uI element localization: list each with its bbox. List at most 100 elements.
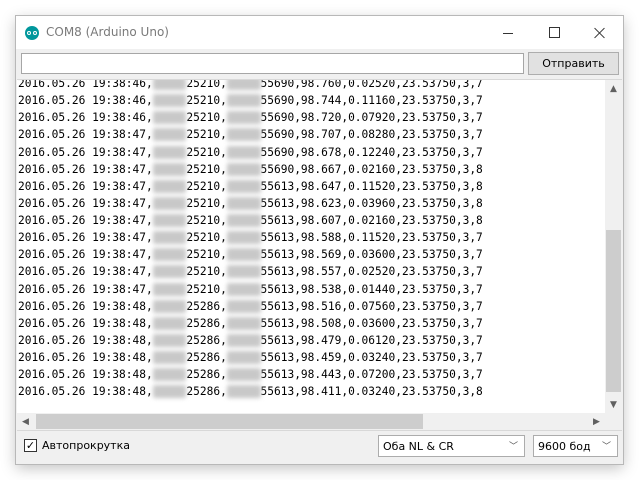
log-field: 55613,98.508,0.03600,23.53750,3,7 <box>260 316 483 330</box>
redacted-value: 00.00 <box>226 128 261 142</box>
log-line: 2016.05.26 19:38:48,00.0025286,00.005561… <box>18 383 605 400</box>
redacted-value: 00.00 <box>152 282 187 296</box>
send-button[interactable]: Отправить <box>528 52 619 75</box>
log-timestamp: 2016.05.26 19:38:46, <box>18 111 153 125</box>
redacted-value: 00.00 <box>152 214 187 227</box>
redacted-value: 00.00 <box>226 248 261 262</box>
log-timestamp: 2016.05.26 19:38:47, <box>18 128 153 142</box>
line-ending-select[interactable]: Оба NL & CR ﹀ <box>378 435 525 457</box>
log-timestamp: 2016.05.26 19:38:48, <box>18 333 153 347</box>
log-line: 2016.05.26 19:38:47,00.0025210,00.005569… <box>18 161 605 178</box>
log-field: 25286, <box>186 316 227 330</box>
log-field: 55613,98.557,0.02520,23.53750,3,7 <box>260 265 483 279</box>
log-field: 25210, <box>186 162 227 176</box>
redacted-value: 00.00 <box>152 351 187 364</box>
log-field: 25286, <box>186 333 227 347</box>
log-line: 2016.05.26 19:38:47,00.0025210,00.005561… <box>18 263 605 280</box>
log-field: 55613,98.411,0.03240,23.53750,3,8 <box>260 385 483 399</box>
redacted-value: 00.00 <box>226 80 261 90</box>
redacted-value: 00.00 <box>152 80 187 90</box>
line-ending-value: Оба NL & CR <box>383 440 454 453</box>
log-timestamp: 2016.05.26 19:38:47, <box>18 179 153 193</box>
minimize-icon <box>503 33 513 34</box>
log-field: 25286, <box>186 368 227 382</box>
log-line: 2016.05.26 19:38:48,00.0025286,00.005561… <box>18 349 605 366</box>
redacted-value: 00.00 <box>226 214 261 227</box>
log-field: 55613,98.479,0.06120,23.53750,3,7 <box>260 333 483 347</box>
log-line: 2016.05.26 19:38:46,00.0025210,00.005569… <box>18 79 605 92</box>
log-field: 55690,98.678,0.12240,23.53750,3,7 <box>260 145 483 159</box>
baud-rate-value: 9600 бод <box>538 440 591 453</box>
redacted-value: 00.00 <box>226 111 261 125</box>
log-field: 25210, <box>186 214 227 227</box>
log-timestamp: 2016.05.26 19:38:47, <box>18 196 153 210</box>
log-line: 2016.05.26 19:38:47,00.0025210,00.005569… <box>18 126 605 143</box>
log-line: 2016.05.26 19:38:47,00.0025210,00.005561… <box>18 195 605 212</box>
chevron-down-icon: ﹀ <box>601 442 611 452</box>
scroll-down-icon[interactable]: ▼ <box>605 396 622 413</box>
log-field: 25286, <box>186 299 227 313</box>
scroll-corner <box>605 413 622 430</box>
log-field: 55690,98.720,0.07920,23.53750,3,7 <box>260 111 483 125</box>
maximize-icon <box>548 27 560 38</box>
log-line: 2016.05.26 19:38:47,00.0025210,00.005561… <box>18 229 605 246</box>
scroll-right-icon[interactable]: ▶ <box>588 413 605 430</box>
title-bar[interactable]: COM8 (Arduino Uno) <box>16 16 623 49</box>
log-timestamp: 2016.05.26 19:38:48, <box>18 385 153 399</box>
redacted-value: 00.00 <box>152 248 187 262</box>
scroll-left-icon[interactable]: ◀ <box>17 413 34 430</box>
log-field: 55690,98.667,0.02160,23.53750,3,8 <box>260 162 483 176</box>
baud-rate-select[interactable]: 9600 бод ﹀ <box>533 435 618 457</box>
log-timestamp: 2016.05.26 19:38:47, <box>18 214 153 227</box>
redacted-value: 00.00 <box>226 368 261 382</box>
redacted-value: 00.00 <box>226 162 261 176</box>
log-timestamp: 2016.05.26 19:38:48, <box>18 351 153 364</box>
log-timestamp: 2016.05.26 19:38:47, <box>18 282 153 296</box>
redacted-value: 00.00 <box>226 179 261 193</box>
log-field: 55613,98.538,0.01440,23.53750,3,7 <box>260 282 483 296</box>
serial-send-input[interactable] <box>21 53 524 74</box>
redacted-value: 00.00 <box>226 231 261 245</box>
serial-output[interactable]: 2016.05.26 19:38:46,00.0025210,00.005569… <box>17 79 622 431</box>
log-field: 25210, <box>186 111 227 125</box>
redacted-value: 00.00 <box>226 333 261 347</box>
maximize-button[interactable] <box>531 16 577 49</box>
serial-log: 2016.05.26 19:38:46,00.0025210,00.005569… <box>18 79 605 400</box>
redacted-value: 00.00 <box>152 196 187 210</box>
redacted-value: 00.00 <box>152 111 187 125</box>
horizontal-scroll-thumb[interactable] <box>36 414 423 429</box>
redacted-value: 00.00 <box>226 299 261 313</box>
log-timestamp: 2016.05.26 19:38:48, <box>18 316 153 330</box>
redacted-value: 00.00 <box>152 316 187 330</box>
bottom-bar: ✓ Автопрокрутка Оба NL & CR ﹀ 9600 бод ﹀ <box>16 430 623 464</box>
log-timestamp: 2016.05.26 19:38:47, <box>18 162 153 176</box>
minimize-button[interactable] <box>485 16 531 49</box>
serial-monitor-window: COM8 (Arduino Uno) Отправить 2016.05.26 … <box>16 16 623 464</box>
redacted-value: 00.00 <box>152 299 187 313</box>
log-timestamp: 2016.05.26 19:38:47, <box>18 231 153 245</box>
log-line: 2016.05.26 19:38:47,00.0025210,00.005561… <box>18 246 605 263</box>
redacted-value: 00.00 <box>226 145 261 159</box>
log-field: 55690,98.744,0.11160,23.53750,3,7 <box>260 94 483 108</box>
log-field: 55613,98.516,0.07560,23.53750,3,7 <box>260 299 483 313</box>
autoscroll-checkbox[interactable]: ✓ <box>24 439 37 452</box>
autoscroll-label[interactable]: Автопрокрутка <box>42 439 130 452</box>
redacted-value: 00.00 <box>226 196 261 210</box>
log-line: 2016.05.26 19:38:48,00.0025286,00.005561… <box>18 332 605 349</box>
scroll-up-icon[interactable]: ▲ <box>605 80 622 97</box>
log-field: 25210, <box>186 265 227 279</box>
log-timestamp: 2016.05.26 19:38:46, <box>18 79 153 90</box>
log-field: 25210, <box>186 128 227 142</box>
horizontal-scrollbar[interactable]: ◀ ▶ <box>17 413 605 430</box>
redacted-value: 00.00 <box>152 265 187 279</box>
log-field: 25286, <box>186 351 227 364</box>
redacted-value: 00.00 <box>152 368 187 382</box>
log-line: 2016.05.26 19:38:46,00.0025210,00.005569… <box>18 109 605 126</box>
log-timestamp: 2016.05.26 19:38:47, <box>18 248 153 262</box>
log-line: 2016.05.26 19:38:48,00.0025286,00.005561… <box>18 366 605 383</box>
close-button[interactable] <box>577 16 623 49</box>
log-line: 2016.05.26 19:38:47,00.0025210,00.005561… <box>18 281 605 298</box>
log-field: 25210, <box>186 231 227 245</box>
vertical-scrollbar[interactable]: ▲ ▼ <box>605 80 622 413</box>
vertical-scroll-thumb[interactable] <box>606 230 621 392</box>
